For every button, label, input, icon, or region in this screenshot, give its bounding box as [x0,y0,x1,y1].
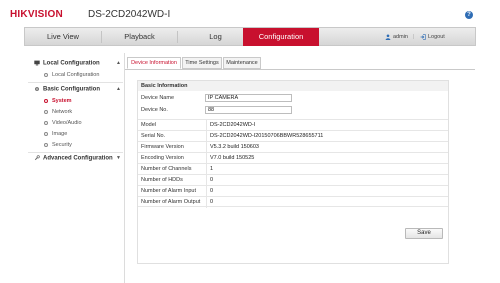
section-title: Basic Information [138,81,448,91]
sidebar-group-advanced[interactable]: Advanced Configuration [34,155,113,162]
user-indicator: admin [385,28,408,46]
info-row-hdds: Number of HDDs 0 [138,174,448,186]
tab-playback[interactable]: Playback [102,28,177,46]
sidebar-item-local-configuration[interactable]: Local Configuration [44,72,99,78]
bullet-icon [44,109,48,114]
sidebar-item-image[interactable]: Image [44,131,67,137]
sidebar-group-local[interactable]: Local Configuration [34,60,100,67]
bullet-icon [44,131,48,136]
save-button[interactable]: Save [405,228,443,239]
username: admin [393,34,408,40]
sidebar-item-security[interactable]: Security [44,142,72,148]
info-row-alarm-input: Number of Alarm Input 0 [138,185,448,197]
sidebar-group-basic[interactable]: Basic Configuration [34,86,100,93]
info-row-model: Model DS-2CD2042WD-I [138,119,448,131]
bullet-icon [44,72,48,77]
monitor-icon [34,60,40,66]
info-row-serial: Serial No. DS-2CD2042WD-I20150706BBWR528… [138,130,448,142]
tab-maintenance[interactable]: Maintenance [223,57,261,69]
info-row-encoding: Encoding Version V7.0 build 150525 [138,152,448,164]
collapse-arrow-icon[interactable]: ▲ [116,86,121,92]
device-name-input[interactable] [205,94,292,102]
help-icon[interactable]: ? [465,11,473,19]
config-content: Device Information Time Settings Mainten… [124,53,476,283]
top-bar: HIKVISION DS-2CD2042WD-I ? [0,0,500,26]
device-info-panel: Basic Information Device Name Device No.… [137,80,449,264]
tab-time-settings[interactable]: Time Settings [182,57,222,69]
device-name-label: Device Name [141,95,175,101]
info-row-channels: Number of Channels 1 [138,163,448,175]
user-divider: | [413,34,415,40]
main-nav: Live View Playback Log Configuration adm… [24,27,476,46]
expand-arrow-icon[interactable]: ▼ [116,155,121,161]
device-model-title: DS-2CD2042WD-I [88,9,171,20]
device-no-label: Device No. [141,107,168,113]
tab-configuration[interactable]: Configuration [243,28,319,46]
config-sidebar: Local Configuration ▲ Local Configuratio… [28,53,123,283]
wrench-icon [34,155,40,161]
sidebar-item-video-audio[interactable]: Video/Audio [44,120,82,126]
user-icon [385,34,391,40]
gear-icon [35,87,39,91]
bullet-icon [44,120,48,125]
brand-logo: HIKVISION [10,9,63,20]
tab-live-view[interactable]: Live View [25,28,101,46]
sidebar-divider [28,82,123,83]
bullet-icon [44,142,48,147]
logout-label: Logout [428,34,445,40]
sidebar-divider [28,152,123,153]
device-no-input[interactable] [205,106,292,114]
sidebar-item-network[interactable]: Network [44,109,72,115]
logout-icon [420,33,426,40]
info-row-alarm-output: Number of Alarm Output 0 [138,196,448,208]
logout-button[interactable]: Logout [420,28,445,46]
tab-log[interactable]: Log [178,28,253,46]
tab-device-information[interactable]: Device Information [127,57,181,69]
sidebar-item-system[interactable]: System [44,98,72,104]
info-row-firmware: Firmware Version V5.3.2 build 150603 [138,141,448,153]
subtab-underline [125,69,475,70]
bullet-icon [44,98,48,103]
collapse-arrow-icon[interactable]: ▲ [116,60,121,66]
